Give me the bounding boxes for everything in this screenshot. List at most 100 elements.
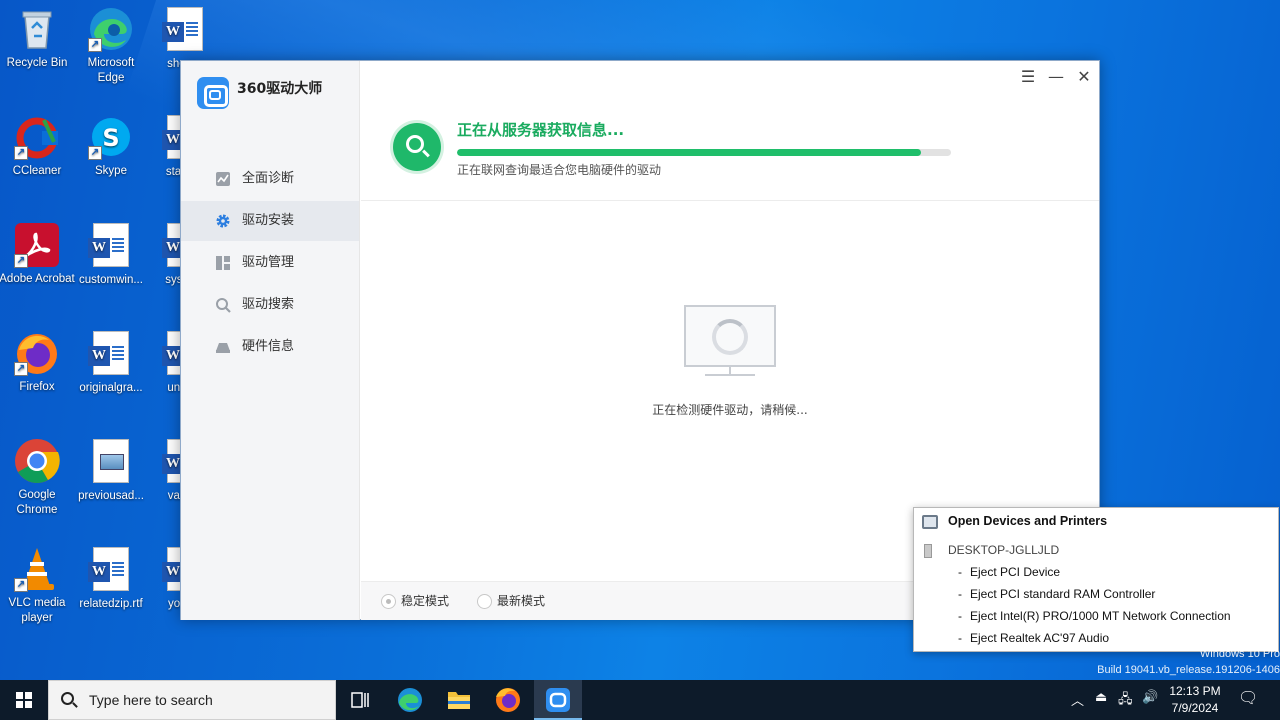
eject-item[interactable]: - Eject PCI standard RAM Controller — [958, 587, 1155, 601]
search-status-icon — [393, 123, 441, 171]
desktop-icon-vlc[interactable]: ↗ VLC media player — [0, 546, 75, 626]
open-devices-printers-link[interactable]: Open Devices and Printers — [948, 514, 1107, 528]
taskbar: Type here to search ︿ ⏏ 🖧 🔊 12:13 PM 7/9… — [0, 680, 1280, 720]
grid-icon — [215, 255, 231, 271]
printer-icon — [922, 515, 938, 529]
nav-item-driver-manage[interactable]: 驱动管理 — [181, 243, 359, 283]
desktop-icon-label: customwin... — [79, 274, 143, 286]
nav-item-hardware-info[interactable]: 硬件信息 — [181, 327, 359, 367]
scan-status-panel: 正在从服务器获取信息... 正在联网查询最适合您电脑硬件的驱动 — [361, 93, 1099, 201]
menu-icon[interactable]: ☰ — [1016, 66, 1040, 88]
desktop-icon-label: VLC media player — [8, 597, 66, 624]
word-document-icon: W — [162, 7, 208, 53]
minimize-icon[interactable]: — — [1044, 66, 1068, 88]
desktop-icon-label: relatedzip.rtf — [79, 598, 143, 610]
taskbar-search-box[interactable]: Type here to search — [48, 680, 336, 720]
desktop-icon-firefox[interactable]: ↗ Firefox — [0, 330, 75, 395]
desktop-icon-originalgra[interactable]: W originalgra... — [73, 330, 149, 396]
nav-item-driver-search[interactable]: 驱动搜索 — [181, 285, 359, 325]
desktop-icon-microsoft-edge[interactable]: ↗ Microsoft Edge — [73, 6, 149, 86]
radio-dot — [381, 594, 396, 609]
radio-dot — [477, 594, 492, 609]
desktop-icon-label: Firefox — [19, 381, 55, 393]
monitor-icon — [684, 305, 776, 367]
task-view-button[interactable] — [336, 680, 384, 720]
eject-devices-popup: Open Devices and Printers DESKTOP-JGLLJL… — [913, 507, 1279, 652]
desktop-icon-previousad[interactable]: previousad... — [73, 438, 149, 504]
desktop-icon-label: Recycle Bin — [6, 57, 68, 69]
show-hidden-icons[interactable]: ︿ — [1071, 690, 1084, 709]
desktop-icon-label: CCleaner — [12, 165, 62, 177]
windows-build-watermark: Windows 10 Pro Build 19041.vb_release.19… — [1090, 646, 1280, 678]
edge-icon: ↗ — [88, 6, 134, 52]
edge-icon — [398, 688, 422, 712]
word-document-icon: W — [88, 331, 134, 377]
eject-item[interactable]: - Eject PCI Device — [958, 565, 1060, 579]
app-logo-icon — [197, 77, 229, 109]
clock[interactable]: 12:13 PM 7/9/2024 — [1162, 683, 1228, 717]
desktop-icon-customwin[interactable]: W customwin... — [73, 222, 149, 288]
progress-bar — [457, 149, 951, 156]
status-subtitle: 正在联网查询最适合您电脑硬件的驱动 — [457, 163, 662, 177]
search-icon — [61, 692, 74, 705]
image-file-icon — [88, 439, 134, 485]
desktop-icon-google-chrome[interactable]: Google Chrome — [0, 438, 75, 518]
chart-icon — [215, 171, 231, 187]
search-icon — [215, 297, 231, 313]
desktop-icon-label: Adobe Acrobat — [0, 273, 75, 285]
skype-icon: S ↗ — [88, 114, 134, 160]
desktop-icon-label: Skype — [95, 165, 127, 177]
taskbar-file-explorer[interactable] — [435, 680, 483, 720]
window-titlebar: ☰ — ✕ — [361, 61, 1099, 93]
mode-stable-radio[interactable]: 稳定模式 — [381, 594, 449, 609]
shortcut-arrow-icon: ↗ — [88, 38, 102, 52]
desktop-icon-relatedzip[interactable]: W relatedzip.rtf — [73, 546, 149, 612]
recycle-bin-icon — [14, 6, 60, 52]
start-button[interactable] — [0, 680, 48, 720]
desktop-icon-skype[interactable]: S ↗ Skype — [73, 114, 149, 179]
word-document-icon: W — [88, 223, 134, 269]
nav-item-label: 驱动搜索 — [242, 297, 295, 312]
progress-fill — [457, 149, 922, 156]
taskbar-360-driver[interactable] — [534, 680, 582, 720]
chrome-icon — [14, 438, 60, 484]
network-icon[interactable]: 🖧 — [1118, 690, 1133, 712]
notification-icon[interactable]: 🗨 — [1238, 688, 1258, 707]
windows-logo-icon — [16, 692, 32, 708]
taskbar-edge[interactable] — [386, 680, 434, 720]
nav-item-label: 全面诊断 — [242, 171, 295, 186]
close-icon[interactable]: ✕ — [1072, 66, 1096, 88]
loading-spinner-icon — [712, 319, 748, 355]
desktop-icon-label: Google Chrome — [16, 489, 58, 516]
nav-item-label: 硬件信息 — [242, 339, 295, 354]
desktop-icon-label: Microsoft Edge — [87, 57, 135, 84]
mode-latest-radio[interactable]: 最新模式 — [477, 594, 545, 609]
desktop-icon-adobe-acrobat[interactable]: ↗ Adobe Acrobat — [0, 222, 75, 287]
search-placeholder: Type here to search — [89, 692, 213, 708]
acrobat-icon: ↗ — [14, 222, 60, 268]
nav-item-full-diagnosis[interactable]: 全面诊断 — [181, 159, 359, 199]
volume-icon[interactable]: 🔊 — [1142, 690, 1158, 705]
folder-icon — [448, 692, 470, 709]
usb-eject-icon[interactable]: ⏏ — [1095, 690, 1107, 705]
firefox-icon — [496, 688, 520, 712]
gear-icon — [215, 213, 231, 229]
word-document-icon: W — [88, 547, 134, 593]
desktop-icon-label: originalgra... — [79, 382, 143, 394]
watermark-build: Build 19041.vb_release.191206-1406 — [1097, 664, 1280, 676]
clock-time: 12:13 PM — [1169, 684, 1221, 698]
taskbar-firefox[interactable] — [484, 680, 532, 720]
watermark-edition: Windows 10 Pro — [1199, 648, 1280, 660]
nav-item-driver-install[interactable]: 驱动安装 — [181, 201, 359, 241]
eject-item[interactable]: - Eject Realtek AC'97 Audio — [958, 631, 1109, 645]
clock-date: 7/9/2024 — [1171, 701, 1219, 715]
eject-item[interactable]: - Eject Intel(R) PRO/1000 MT Network Conn… — [958, 609, 1231, 623]
shortcut-arrow-icon: ↗ — [14, 254, 28, 268]
computer-icon — [924, 544, 932, 558]
detecting-text: 正在检测硬件驱动，请稍候... — [652, 403, 808, 417]
desktop-icon-ccleaner[interactable]: ↗ CCleaner — [0, 114, 75, 179]
mode-label: 稳定模式 — [401, 594, 450, 608]
desktop-icon-recycle-bin[interactable]: Recycle Bin — [0, 6, 75, 71]
shortcut-arrow-icon: ↗ — [14, 146, 28, 160]
vlc-icon: ↗ — [14, 546, 60, 592]
